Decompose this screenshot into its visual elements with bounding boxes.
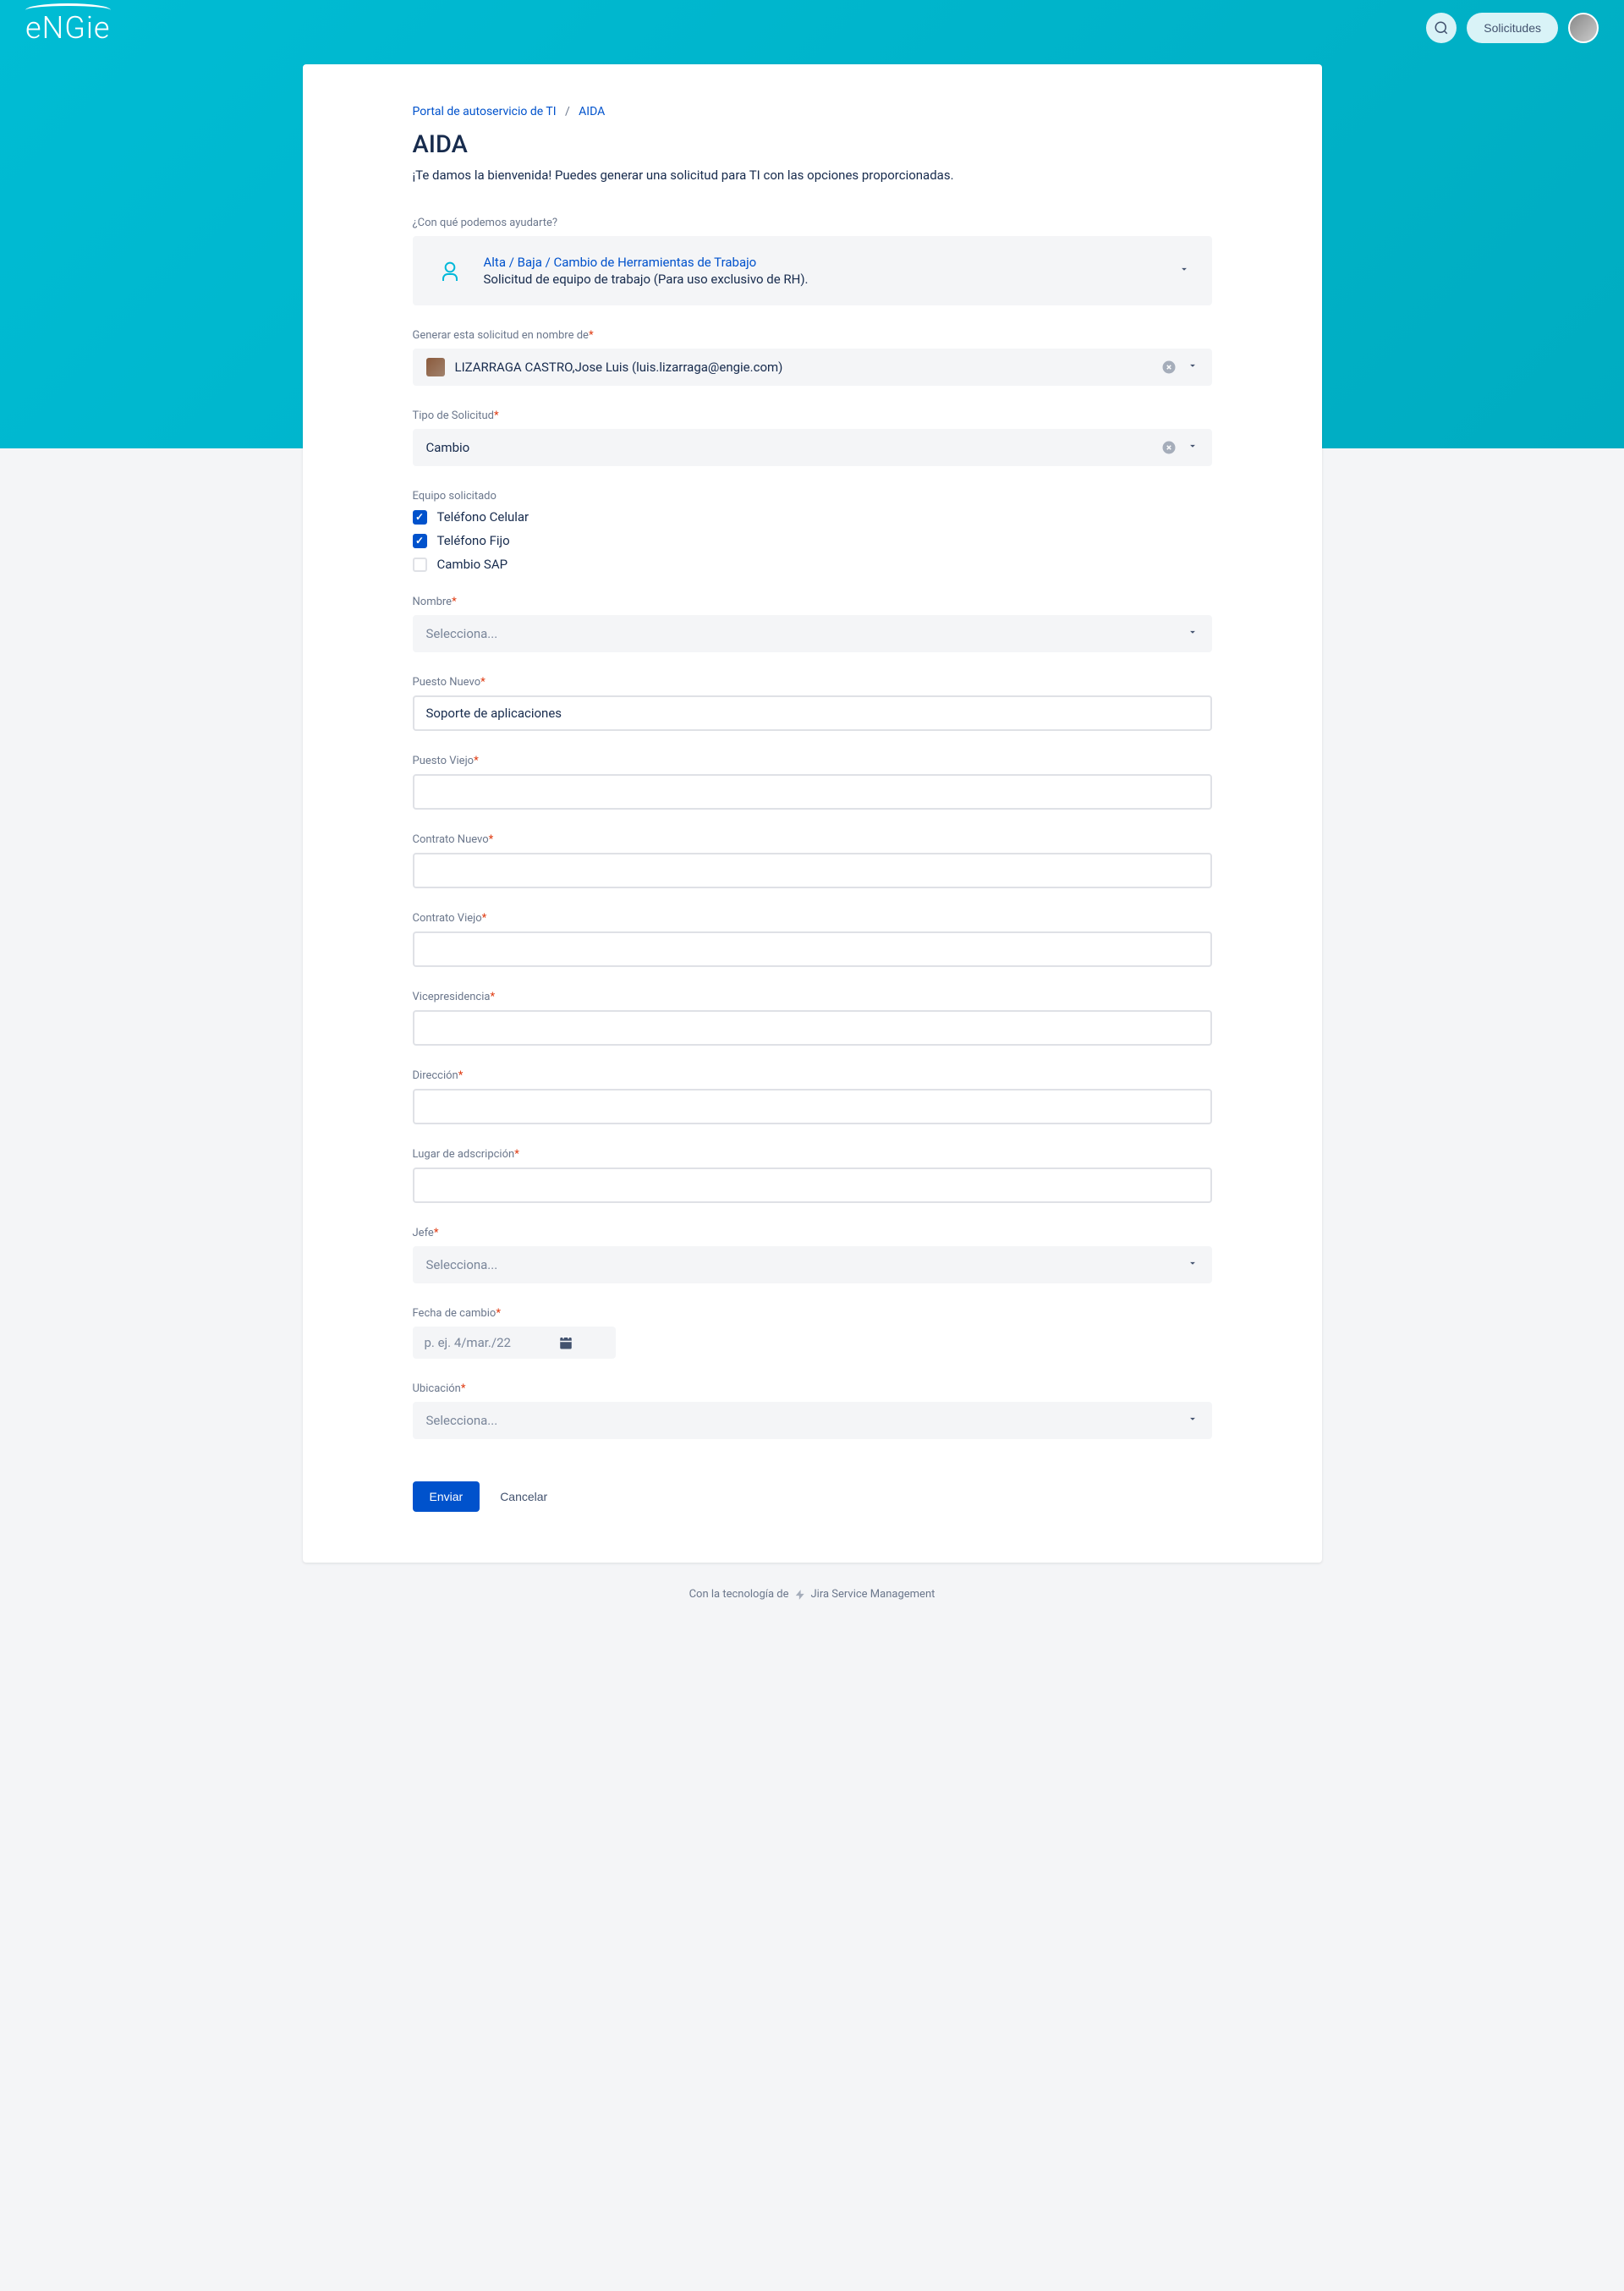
clear-icon[interactable] <box>1161 440 1177 455</box>
lugar-label: Lugar de adscripción* <box>413 1148 1212 1161</box>
solicitudes-button[interactable]: Solicitudes <box>1467 13 1558 43</box>
header-actions: Solicitudes <box>1426 13 1599 43</box>
vicepresidencia-label: Vicepresidencia* <box>413 991 1212 1003</box>
footer-powered-by: Con la tecnología de <box>689 1588 789 1601</box>
avatar[interactable] <box>1568 13 1599 43</box>
person-icon <box>435 255 465 286</box>
chevron-down-icon <box>1178 263 1190 278</box>
on-behalf-label: Generar esta solicitud en nombre de* <box>413 329 1212 342</box>
fecha-input[interactable] <box>425 1335 543 1350</box>
tipo-label: Tipo de Solicitud* <box>413 409 1212 422</box>
checkbox-fijo-label[interactable]: Teléfono Fijo <box>437 533 510 548</box>
main-card: Portal de autoservicio de TI / AIDA AIDA… <box>303 64 1322 1563</box>
contrato-viejo-input[interactable] <box>413 931 1212 967</box>
chevron-down-icon <box>1187 360 1199 375</box>
chevron-down-icon <box>1187 440 1199 455</box>
nombre-label: Nombre* <box>413 596 1212 608</box>
contrato-nuevo-input[interactable] <box>413 853 1212 888</box>
contrato-nuevo-label: Contrato Nuevo* <box>413 833 1212 846</box>
chevron-down-icon <box>1187 626 1199 641</box>
tipo-select[interactable]: Cambio <box>413 429 1212 466</box>
fecha-input-wrap[interactable] <box>413 1327 616 1359</box>
on-behalf-select[interactable]: LIZARRAGA CASTRO,Jose Luis (luis.lizarra… <box>413 349 1212 386</box>
puesto-viejo-label: Puesto Viejo* <box>413 755 1212 767</box>
jefe-label: Jefe* <box>413 1227 1212 1239</box>
nombre-select[interactable]: Selecciona... <box>413 615 1212 652</box>
ubicacion-label: Ubicación* <box>413 1382 1212 1395</box>
nombre-placeholder: Selecciona... <box>426 626 1177 641</box>
request-type-desc: Solicitud de equipo de trabajo (Para uso… <box>484 272 1160 287</box>
request-type-selector[interactable]: Alta / Baja / Cambio de Herramientas de … <box>413 236 1212 305</box>
chevron-down-icon <box>1187 1257 1199 1272</box>
equipo-label: Equipo solicitado <box>413 490 1212 503</box>
page-title: AIDA <box>413 130 1212 159</box>
footer-product[interactable]: Jira Service Management <box>811 1588 935 1601</box>
clear-icon[interactable] <box>1161 360 1177 375</box>
checkbox-celular-label[interactable]: Teléfono Celular <box>437 509 529 525</box>
ubicacion-select[interactable]: Selecciona... <box>413 1402 1212 1439</box>
fecha-label: Fecha de cambio* <box>413 1307 1212 1320</box>
search-icon <box>1434 20 1449 36</box>
direccion-input[interactable] <box>413 1089 1212 1124</box>
checkbox-sap-label[interactable]: Cambio SAP <box>437 557 508 572</box>
vicepresidencia-input[interactable] <box>413 1010 1212 1046</box>
page-subtitle: ¡Te damos la bienvenida! Puedes generar … <box>413 168 1212 183</box>
breadcrumb-separator: / <box>559 105 576 118</box>
checkbox-fijo[interactable] <box>413 534 427 548</box>
cancel-button[interactable]: Cancelar <box>488 1481 559 1512</box>
direccion-label: Dirección* <box>413 1069 1212 1082</box>
help-label: ¿Con qué podemos ayudarte? <box>413 217 1212 229</box>
search-button[interactable] <box>1426 13 1457 43</box>
submit-button[interactable]: Enviar <box>413 1481 480 1512</box>
checkbox-fijo-row: Teléfono Fijo <box>413 533 1212 548</box>
jefe-select[interactable]: Selecciona... <box>413 1246 1212 1283</box>
header: eNGie Solicitudes <box>0 0 1624 56</box>
request-type-title: Alta / Baja / Cambio de Herramientas de … <box>484 255 1160 270</box>
ubicacion-placeholder: Selecciona... <box>426 1413 1177 1428</box>
person-avatar-icon <box>426 358 445 376</box>
breadcrumb-portal-link[interactable]: Portal de autoservicio de TI <box>413 105 557 118</box>
puesto-nuevo-input[interactable] <box>413 695 1212 731</box>
puesto-viejo-input[interactable] <box>413 774 1212 810</box>
checkbox-celular[interactable] <box>413 510 427 525</box>
chevron-down-icon <box>1187 1413 1199 1428</box>
form-actions: Enviar Cancelar <box>413 1481 1212 1512</box>
footer: Con la tecnología de Jira Service Manage… <box>0 1563 1624 1626</box>
checkbox-sap[interactable] <box>413 558 427 572</box>
jira-icon <box>794 1589 806 1601</box>
checkbox-celular-row: Teléfono Celular <box>413 509 1212 525</box>
breadcrumb-current-link[interactable]: AIDA <box>579 105 605 118</box>
engie-logo[interactable]: eNGie <box>25 10 111 46</box>
contrato-viejo-label: Contrato Viejo* <box>413 912 1212 925</box>
lugar-input[interactable] <box>413 1167 1212 1203</box>
checkbox-sap-row: Cambio SAP <box>413 557 1212 572</box>
puesto-nuevo-label: Puesto Nuevo* <box>413 676 1212 689</box>
breadcrumb: Portal de autoservicio de TI / AIDA <box>413 105 1212 118</box>
on-behalf-value: LIZARRAGA CASTRO,Jose Luis (luis.lizarra… <box>455 360 1151 375</box>
tipo-value: Cambio <box>426 440 1151 455</box>
jefe-placeholder: Selecciona... <box>426 1257 1177 1272</box>
calendar-icon[interactable] <box>558 1335 573 1350</box>
